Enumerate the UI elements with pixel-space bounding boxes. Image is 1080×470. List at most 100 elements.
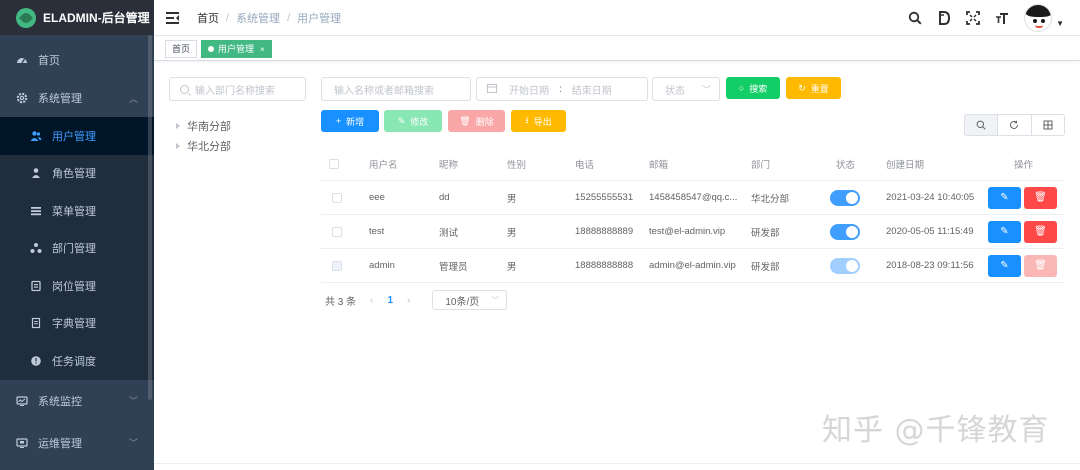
- menu-icon: [30, 205, 42, 217]
- breadcrumb-system[interactable]: 系统管理: [236, 10, 280, 26]
- sidebar-item-label: 系统监控: [38, 395, 82, 408]
- export-button[interactable]: ⭳ 导出: [511, 110, 566, 132]
- sidebar: ELADMIN-后台管理 首页 系统管理 ︿ 用户管理 角色管理 菜单管理 部门…: [0, 0, 154, 470]
- cell-email: test@el-admin.vip: [649, 226, 726, 237]
- add-button-label: 新增: [346, 116, 365, 127]
- page-size-select[interactable]: 10条/页 ﹀: [432, 290, 508, 310]
- tree-node[interactable]: 华北分部: [176, 138, 231, 154]
- sidebar-scrollbar[interactable]: [148, 35, 152, 400]
- tag-home[interactable]: 首页: [165, 40, 198, 58]
- column-header: 电话: [575, 159, 595, 171]
- calendar-icon: [487, 83, 497, 96]
- edit-button[interactable]: ✎ 修改: [384, 110, 442, 132]
- tree-node-label: 华北分部: [187, 141, 231, 153]
- select-all-checkbox[interactable]: [329, 158, 339, 169]
- sidebar-item-depts[interactable]: 部门管理: [0, 230, 154, 268]
- column-header: 性别: [507, 159, 527, 171]
- end-date-placeholder[interactable]: 结束日期: [572, 82, 612, 97]
- status-switch[interactable]: [830, 223, 860, 240]
- avatar[interactable]: [1024, 4, 1053, 32]
- caret-right-icon[interactable]: [176, 143, 180, 149]
- cell-phone: 18888888889: [575, 226, 634, 237]
- row-edit-button[interactable]: ✎: [988, 220, 1021, 243]
- tree-node[interactable]: 华南分部: [176, 118, 231, 134]
- chevron-down-icon: ﹀: [701, 84, 711, 95]
- table-row[interactable]: admin 管理员 男 18888888888 admin@el-admin.v…: [321, 249, 1065, 283]
- chevron-down-icon: ﹀: [491, 295, 500, 305]
- sidebar-item-jobs[interactable]: 任务调度: [0, 342, 154, 380]
- table-tools: [964, 114, 1065, 136]
- tags-view: 首页 用户管理 ×: [154, 37, 1080, 61]
- row-checkbox: [332, 260, 342, 271]
- breadcrumb: 首页 / 系统管理 / 用户管理: [197, 10, 341, 26]
- row-checkbox[interactable]: [332, 226, 342, 237]
- doc-icon[interactable]: [936, 10, 952, 26]
- refresh-icon[interactable]: [998, 114, 1032, 136]
- caret-right-icon[interactable]: [176, 123, 180, 129]
- sidebar-item-posts[interactable]: 岗位管理: [0, 267, 154, 305]
- row-checkbox[interactable]: [332, 192, 342, 203]
- keyword-search-input[interactable]: 输入名称或者邮箱搜索: [321, 77, 471, 101]
- dept-search-input[interactable]: 输入部门名称搜索: [169, 77, 306, 101]
- submenu-system: 用户管理 角色管理 菜单管理 部门管理 岗位管理 字典管理 任务调度: [0, 117, 154, 380]
- cell-email: 1458458547@qq.c...: [649, 192, 738, 203]
- sidebar-item-home[interactable]: 首页: [0, 41, 154, 79]
- row-delete-button[interactable]: 🗑: [1024, 220, 1057, 243]
- close-icon[interactable]: ×: [260, 45, 265, 54]
- search-icon[interactable]: [907, 10, 923, 26]
- start-date-placeholder[interactable]: 开始日期: [509, 82, 549, 97]
- table-header: 用户名 昵称 性别 电话 邮箱 部门 状态 创建日期 操作: [321, 147, 1065, 181]
- trash-icon: 🗑: [459, 115, 471, 126]
- delete-button[interactable]: 🗑 删除: [448, 110, 505, 132]
- sidebar-item-roles[interactable]: 角色管理: [0, 155, 154, 193]
- tag-users[interactable]: 用户管理 ×: [201, 40, 272, 58]
- cell-username: eee: [369, 192, 385, 203]
- sidebar-item-label: 首页: [38, 55, 60, 67]
- cell-dept: 研发部: [751, 227, 780, 239]
- search-toggle-icon[interactable]: [964, 114, 999, 136]
- sidebar-item-dicts[interactable]: 字典管理: [0, 305, 154, 343]
- app-title: ELADMIN-后台管理: [43, 11, 150, 25]
- row-delete-button[interactable]: 🗑: [1024, 186, 1057, 209]
- delete-button-label: 删除: [475, 116, 494, 127]
- caret-down-icon[interactable]: ▼: [1056, 19, 1064, 28]
- sidebar-item-menus[interactable]: 菜单管理: [0, 192, 154, 230]
- users-icon: [30, 130, 42, 142]
- search-button[interactable]: ○ 搜索: [726, 77, 780, 99]
- sidebar-item-users[interactable]: 用户管理: [0, 117, 154, 155]
- tag-label: 用户管理: [218, 44, 255, 54]
- sidebar-item-monitor[interactable]: 系统监控 ﹀: [0, 380, 154, 422]
- table-row[interactable]: test 测试 男 18888888889 test@el-admin.vip …: [321, 215, 1065, 249]
- logo-icon: [16, 7, 36, 28]
- hamburger-icon[interactable]: [166, 11, 179, 24]
- reset-button[interactable]: ↻ 重置: [786, 77, 841, 99]
- font-size-icon[interactable]: [994, 10, 1010, 26]
- navbar-right: ▼: [894, 0, 1064, 36]
- logo[interactable]: ELADMIN-后台管理: [0, 0, 154, 35]
- status-select[interactable]: 状态 ﹀: [652, 77, 720, 101]
- date-separator: :: [559, 83, 562, 95]
- row-edit-button[interactable]: ✎: [988, 254, 1021, 277]
- cell-username: test: [369, 226, 385, 237]
- status-switch[interactable]: [830, 189, 860, 206]
- breadcrumb-home[interactable]: 首页: [197, 10, 219, 26]
- date-range-picker[interactable]: 开始日期 : 结束日期: [476, 77, 648, 101]
- column-header: 昵称: [439, 159, 459, 171]
- edit-icon: ✎: [397, 115, 406, 126]
- breadcrumb-current: 用户管理: [297, 12, 342, 25]
- columns-icon[interactable]: [1031, 114, 1065, 136]
- reset-button-label: 重置: [810, 83, 829, 94]
- chevron-up-icon: ︿: [128, 93, 138, 104]
- table-row[interactable]: eee dd 男 15255555531 1458458547@qq.c... …: [321, 181, 1065, 215]
- page-number[interactable]: 1: [387, 295, 393, 306]
- cell-email: admin@el-admin.vip: [649, 260, 736, 271]
- fullscreen-icon[interactable]: [965, 10, 981, 26]
- sidebar-item-ops[interactable]: 运维管理 ﹀: [0, 422, 154, 464]
- add-button[interactable]: + 新增: [321, 110, 379, 132]
- total-count: 共 3 条: [325, 296, 357, 308]
- watermark: 知乎 @千锋教育: [822, 413, 1050, 448]
- sidebar-item-system[interactable]: 系统管理 ︿: [0, 79, 154, 117]
- row-edit-button[interactable]: ✎: [988, 186, 1021, 209]
- next-page-button[interactable]: ›: [407, 295, 410, 306]
- prev-page-button[interactable]: ‹: [370, 295, 373, 306]
